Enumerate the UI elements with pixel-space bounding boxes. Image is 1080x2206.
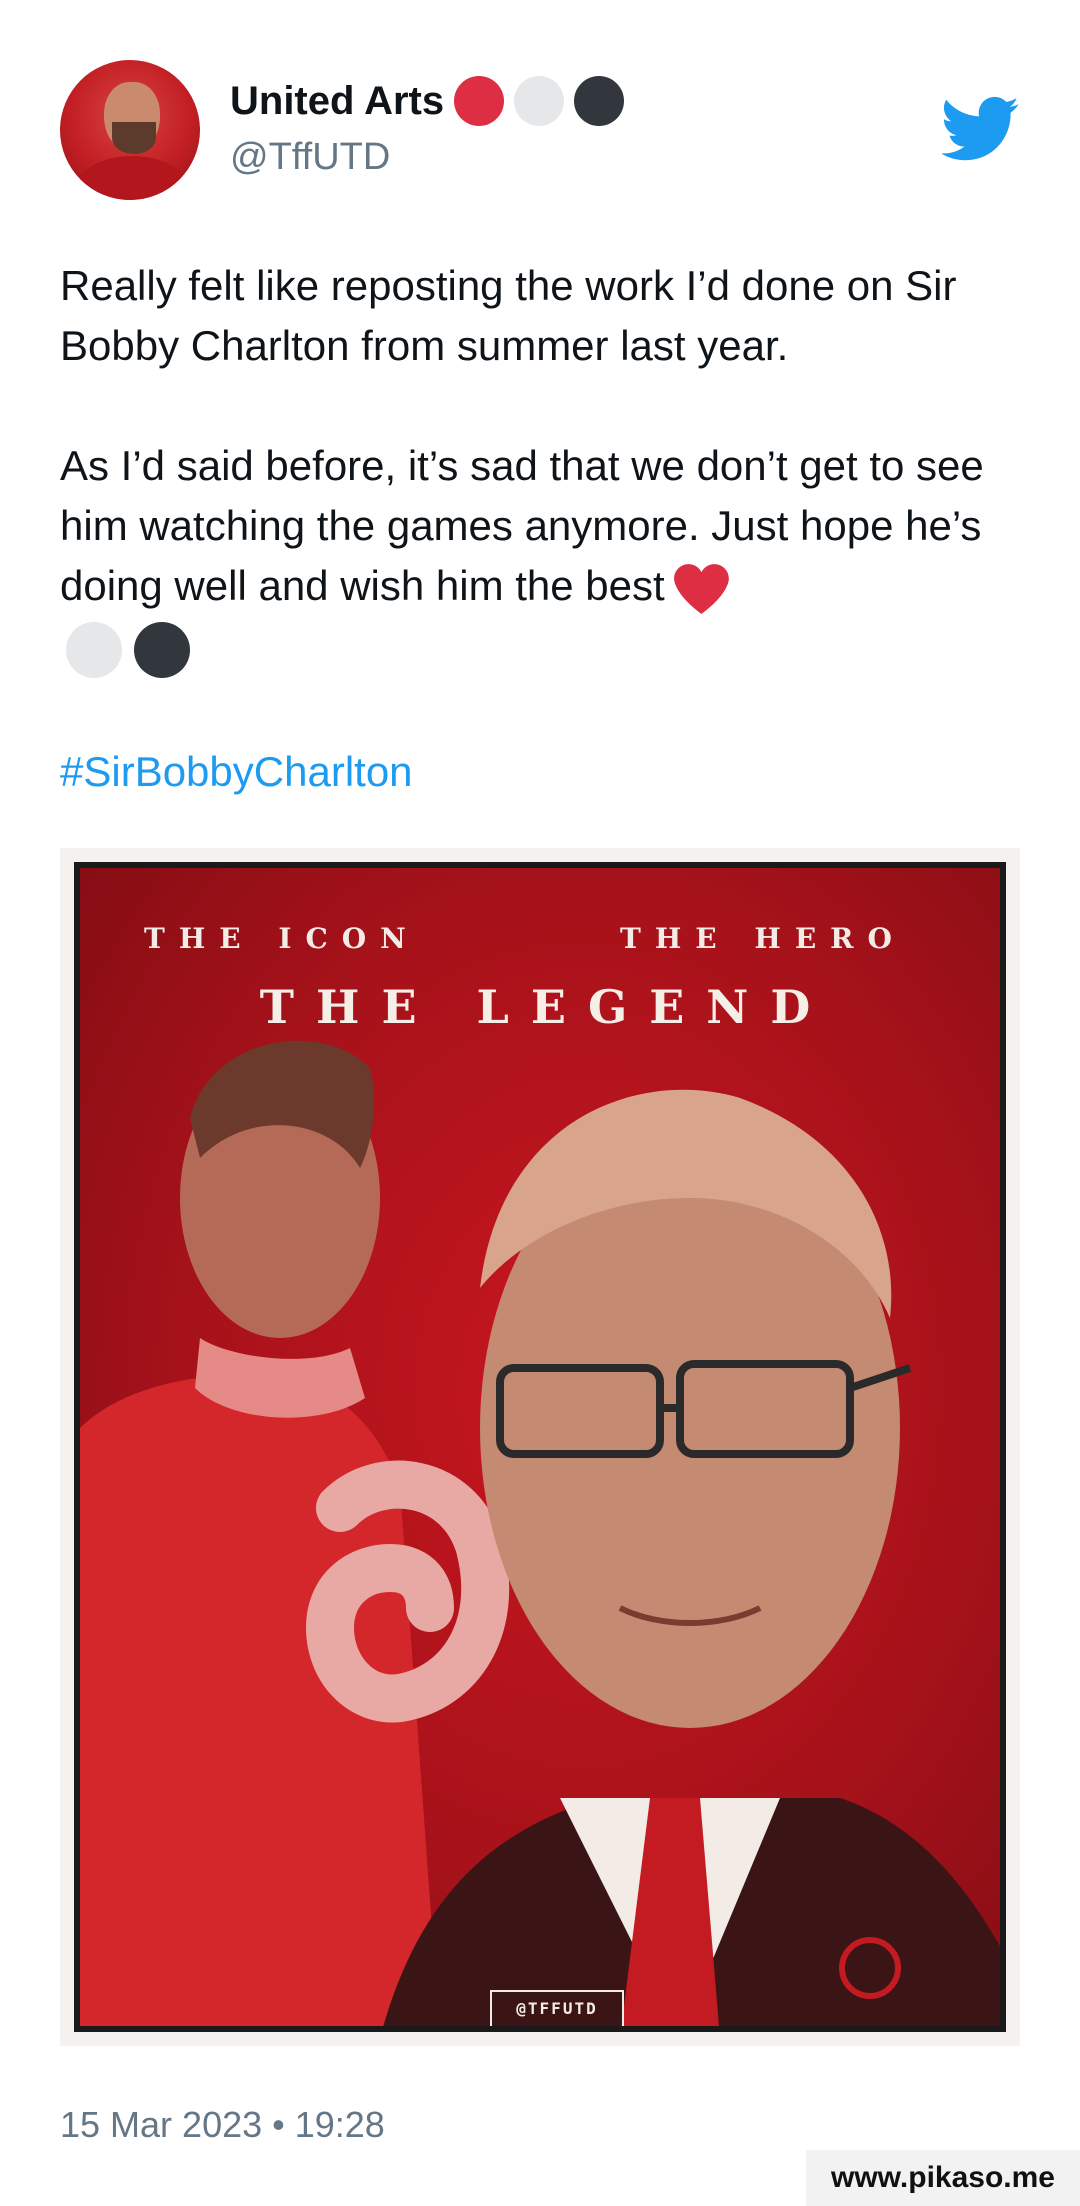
- poster-title: THE LEGEND: [259, 980, 833, 1034]
- poster-subtitle-left: THE ICON: [144, 922, 420, 955]
- user-handle[interactable]: @TffUTD: [230, 136, 390, 179]
- tweet-header: United Arts @TffUTD: [60, 60, 1020, 200]
- poster-artwork: THE ICON THE HERO THE LEGEND @TFFUTD: [74, 862, 1006, 2032]
- tweet-image[interactable]: THE ICON THE HERO THE LEGEND @TFFUTD: [60, 848, 1020, 2046]
- hashtag-link[interactable]: #SirBobbyCharlton: [60, 748, 413, 795]
- white-circle-icon: [514, 76, 565, 126]
- tweet-text: Really felt like reposting the work I’d …: [60, 256, 1020, 802]
- name-row: United Arts: [230, 76, 625, 126]
- tweet-paragraph-2: As I’d said before, it’s sad that we don…: [60, 436, 1020, 682]
- avatar[interactable]: [60, 60, 200, 200]
- red-heart-icon: [673, 564, 729, 614]
- avatar-beard: [112, 122, 156, 154]
- black-circle-icon: [134, 621, 190, 678]
- white-circle-icon: [66, 621, 122, 678]
- tweet-timestamp[interactable]: 15 Mar 2023 • 19:28: [60, 2104, 385, 2146]
- display-name[interactable]: United Arts: [230, 79, 444, 124]
- black-circle-icon: [574, 76, 625, 126]
- tweet-paragraph-2-text: As I’d said before, it’s sad that we don…: [60, 442, 984, 609]
- tweet-paragraph-1: Really felt like reposting the work I’d …: [60, 262, 957, 369]
- twitter-bird-icon[interactable]: [942, 96, 1020, 162]
- red-circle-icon: [454, 76, 505, 126]
- poster-tag: @TFFUTD: [490, 1990, 624, 2026]
- poster-illustration: [80, 1040, 1000, 2026]
- avatar-shirt: [78, 156, 186, 200]
- poster-subtitle-right: THE HERO: [620, 922, 906, 955]
- watermark: www.pikaso.me: [806, 2150, 1080, 2206]
